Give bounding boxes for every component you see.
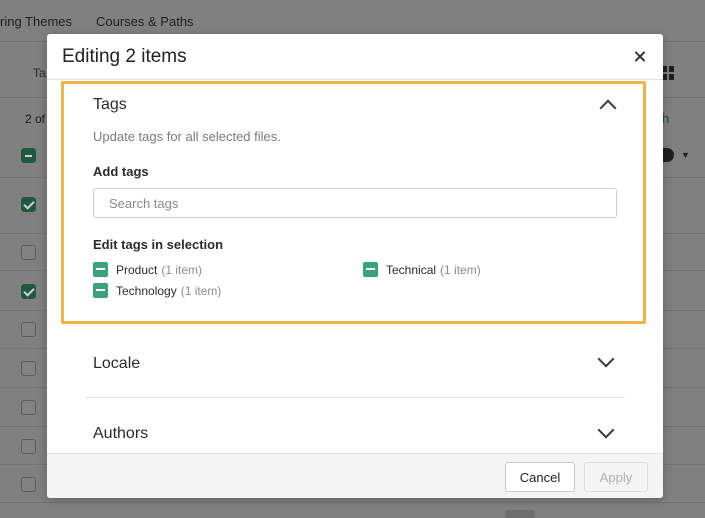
row-checkbox[interactable] xyxy=(21,245,36,260)
tags-section: Tags Update tags for all selected files.… xyxy=(61,81,646,324)
modal-title: Editing 2 items xyxy=(62,46,187,67)
chevron-down-icon[interactable] xyxy=(597,421,615,439)
nav-tab-courses-paths[interactable]: Courses & Paths xyxy=(96,14,194,29)
nav-tab-themes[interactable]: ring Themes xyxy=(0,14,72,29)
tag-item-technical: Technical (1 item) xyxy=(363,262,481,277)
tag-item-technology: Technology (1 item) xyxy=(93,283,221,298)
tag-count: (1 item) xyxy=(440,262,481,277)
tags-description: Update tags for all selected files. xyxy=(93,129,281,144)
grid-view-icon[interactable] xyxy=(662,66,674,80)
background-link-fragment[interactable]: h xyxy=(662,111,669,126)
close-icon[interactable] xyxy=(630,47,650,67)
edit-items-modal: Editing 2 items Tags Update tags for all… xyxy=(47,34,663,498)
tags-section-title[interactable]: Tags xyxy=(93,96,127,114)
tag-count: (1 item) xyxy=(180,283,222,298)
locale-section[interactable]: Locale xyxy=(86,328,625,398)
modal-header: Editing 2 items xyxy=(47,34,663,80)
background-scrollbar[interactable] xyxy=(505,510,535,518)
selection-count-fragment: 2 of xyxy=(25,112,46,126)
row-checkbox[interactable] xyxy=(21,361,36,376)
chevron-down-icon[interactable] xyxy=(597,350,615,368)
tag-count: (1 item) xyxy=(161,262,203,277)
modal-footer: Cancel Apply xyxy=(47,453,663,498)
minus-checkbox-icon[interactable] xyxy=(93,283,108,298)
row-checkbox[interactable] xyxy=(21,439,36,454)
row-checkbox[interactable] xyxy=(21,477,36,492)
background-tab-fragment[interactable]: Ta xyxy=(33,66,46,80)
cancel-button[interactable]: Cancel xyxy=(505,462,575,492)
tag-name: Technology xyxy=(116,283,177,298)
tag-item-product: Product (1 item) xyxy=(93,262,202,277)
row-checkbox[interactable] xyxy=(21,284,36,299)
chevron-up-icon[interactable] xyxy=(599,99,617,117)
authors-section-title: Authors xyxy=(93,425,149,442)
authors-section[interactable]: Authors xyxy=(86,398,625,453)
locale-section-title: Locale xyxy=(93,355,141,372)
minus-checkbox-icon[interactable] xyxy=(363,262,378,277)
modal-body: Tags Update tags for all selected files.… xyxy=(47,80,663,453)
search-tags-input[interactable] xyxy=(93,188,617,218)
apply-button[interactable]: Apply xyxy=(584,462,648,492)
row-checkbox[interactable] xyxy=(21,322,36,337)
select-all-checkbox[interactable] xyxy=(21,148,36,163)
add-tags-label: Add tags xyxy=(93,164,149,179)
row-checkbox[interactable] xyxy=(21,400,36,415)
row-checkbox[interactable] xyxy=(21,197,36,212)
tag-name: Product xyxy=(116,262,158,277)
edit-tags-label: Edit tags in selection xyxy=(93,237,224,252)
minus-checkbox-icon[interactable] xyxy=(93,262,108,277)
tag-name: Technical xyxy=(386,262,437,277)
